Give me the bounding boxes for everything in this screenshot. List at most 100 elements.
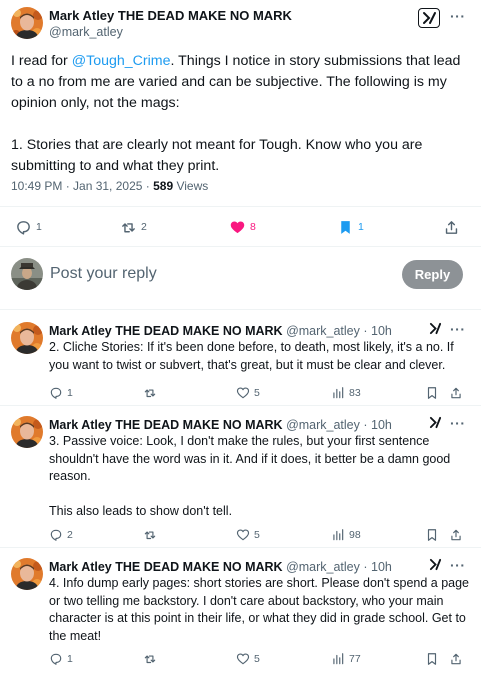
reply-icon	[50, 529, 62, 541]
author-name[interactable]: Mark Atley THE DEAD MAKE NO MARK	[49, 8, 292, 24]
divider	[0, 246, 481, 247]
author-handle-time[interactable]: @mark_atley · 10h	[283, 324, 392, 338]
mention-link[interactable]: @Tough_Crime	[72, 53, 171, 69]
avatar[interactable]	[11, 416, 43, 448]
reply-count: 1	[67, 653, 73, 665]
repost-button[interactable]	[143, 649, 157, 669]
views-count: 589	[153, 179, 174, 193]
reply-icon	[17, 220, 30, 235]
divider	[0, 405, 481, 406]
grok-icon[interactable]	[429, 322, 442, 335]
avatar[interactable]	[11, 558, 43, 590]
bookmark-button[interactable]: 1	[337, 217, 364, 237]
avatar[interactable]	[11, 322, 43, 354]
author-handle[interactable]: @mark_atley	[49, 24, 123, 40]
reply-count: 1	[67, 387, 73, 399]
post-header: Mark Atley THE DEAD MAKE NO MARK @mark_a…	[49, 559, 392, 575]
like-count: 5	[254, 387, 260, 399]
views-button[interactable]: 98	[331, 525, 361, 545]
author-name[interactable]: Mark Atley THE DEAD MAKE NO MARK	[49, 560, 283, 574]
grok-icon[interactable]	[418, 8, 440, 28]
repost-button[interactable]	[143, 525, 157, 545]
more-icon[interactable]: ···	[450, 9, 466, 23]
reply-input[interactable]: Post your reply	[50, 264, 157, 284]
repost-button[interactable]	[143, 383, 157, 403]
repost-count: 2	[141, 221, 147, 233]
views-label: Views	[173, 179, 209, 193]
bookmark-button[interactable]	[425, 383, 439, 403]
post-text: 3. Passive voice: Look, I don't make the…	[49, 434, 451, 518]
share-button[interactable]	[449, 525, 463, 545]
post-text: 2. Cliche Stories: If it's been done bef…	[49, 340, 458, 372]
grok-icon[interactable]	[429, 558, 442, 571]
share-button[interactable]	[443, 217, 460, 237]
like-icon	[230, 220, 245, 233]
views-icon	[333, 529, 344, 541]
like-button[interactable]: 5	[236, 383, 260, 403]
views-button[interactable]: 83	[331, 383, 361, 403]
post-text-part: I read for	[11, 53, 72, 69]
bookmark-icon	[427, 387, 437, 399]
bookmark-icon	[427, 653, 437, 665]
grok-icon[interactable]	[429, 416, 442, 429]
author-handle-time[interactable]: @mark_atley · 10h	[283, 418, 392, 432]
reply-count: 1	[36, 221, 42, 233]
share-icon	[451, 387, 461, 399]
like-icon	[236, 653, 250, 665]
post-meta: 10:49 PM · Jan 31, 2025 · 589 Views	[11, 178, 208, 194]
author-handle-time[interactable]: @mark_atley · 10h	[283, 560, 392, 574]
like-count: 5	[254, 529, 260, 541]
post-actions: 1 5 77	[0, 649, 481, 669]
more-icon[interactable]: ···	[450, 558, 466, 572]
reply-button[interactable]: 1	[15, 217, 42, 237]
reply-count: 2	[67, 529, 73, 541]
repost-icon	[144, 389, 156, 398]
views-icon	[333, 387, 344, 399]
like-button[interactable]: 5	[236, 649, 260, 669]
bookmark-count: 1	[358, 221, 364, 233]
more-icon[interactable]: ···	[450, 416, 466, 430]
bookmark-button[interactable]	[425, 649, 439, 669]
author-name[interactable]: Mark Atley THE DEAD MAKE NO MARK	[49, 418, 283, 432]
views-count: 83	[349, 387, 361, 399]
avatar[interactable]	[11, 258, 43, 290]
main-actions: 1 2 8 1	[0, 217, 481, 237]
post-text-part: . Things I notice in story submissions t…	[11, 53, 461, 174]
bookmark-button[interactable]	[425, 525, 439, 545]
share-button[interactable]	[449, 649, 463, 669]
bookmark-icon	[341, 220, 350, 234]
like-button[interactable]: 5	[236, 525, 260, 545]
post-actions: 1 5 83	[0, 383, 481, 403]
repost-button[interactable]: 2	[120, 217, 147, 237]
post-text: I read for @Tough_Crime. Things I notice…	[11, 51, 473, 177]
reply-icon	[50, 653, 62, 665]
views-icon	[333, 653, 344, 665]
views-count: 77	[349, 653, 361, 665]
reply-button[interactable]: 2	[49, 525, 73, 545]
reply-button[interactable]: 1	[49, 649, 73, 669]
share-icon	[451, 529, 461, 541]
repost-icon	[144, 655, 156, 664]
share-button[interactable]	[449, 383, 463, 403]
views-count: 98	[349, 529, 361, 541]
avatar[interactable]	[11, 7, 43, 39]
divider	[0, 206, 481, 207]
divider	[0, 309, 481, 310]
like-button[interactable]: 8	[229, 217, 256, 237]
post-header: Mark Atley THE DEAD MAKE NO MARK @mark_a…	[49, 323, 392, 339]
views-button[interactable]: 77	[331, 649, 361, 669]
like-icon	[236, 529, 250, 541]
share-icon	[451, 653, 461, 665]
post-timestamp[interactable]: 10:49 PM · Jan 31, 2025 ·	[11, 179, 153, 193]
repost-icon	[122, 222, 135, 232]
reply-submit-button[interactable]: Reply	[402, 260, 463, 289]
reply-button[interactable]: 1	[49, 383, 73, 403]
like-icon	[236, 387, 250, 399]
like-count: 8	[250, 221, 256, 233]
share-icon	[445, 220, 458, 234]
post-text: 4. Info dump early pages: short stories …	[49, 576, 473, 643]
divider	[0, 547, 481, 548]
more-icon[interactable]: ···	[450, 322, 466, 336]
post-actions: 2 5 98	[0, 525, 481, 545]
author-name[interactable]: Mark Atley THE DEAD MAKE NO MARK	[49, 324, 283, 338]
